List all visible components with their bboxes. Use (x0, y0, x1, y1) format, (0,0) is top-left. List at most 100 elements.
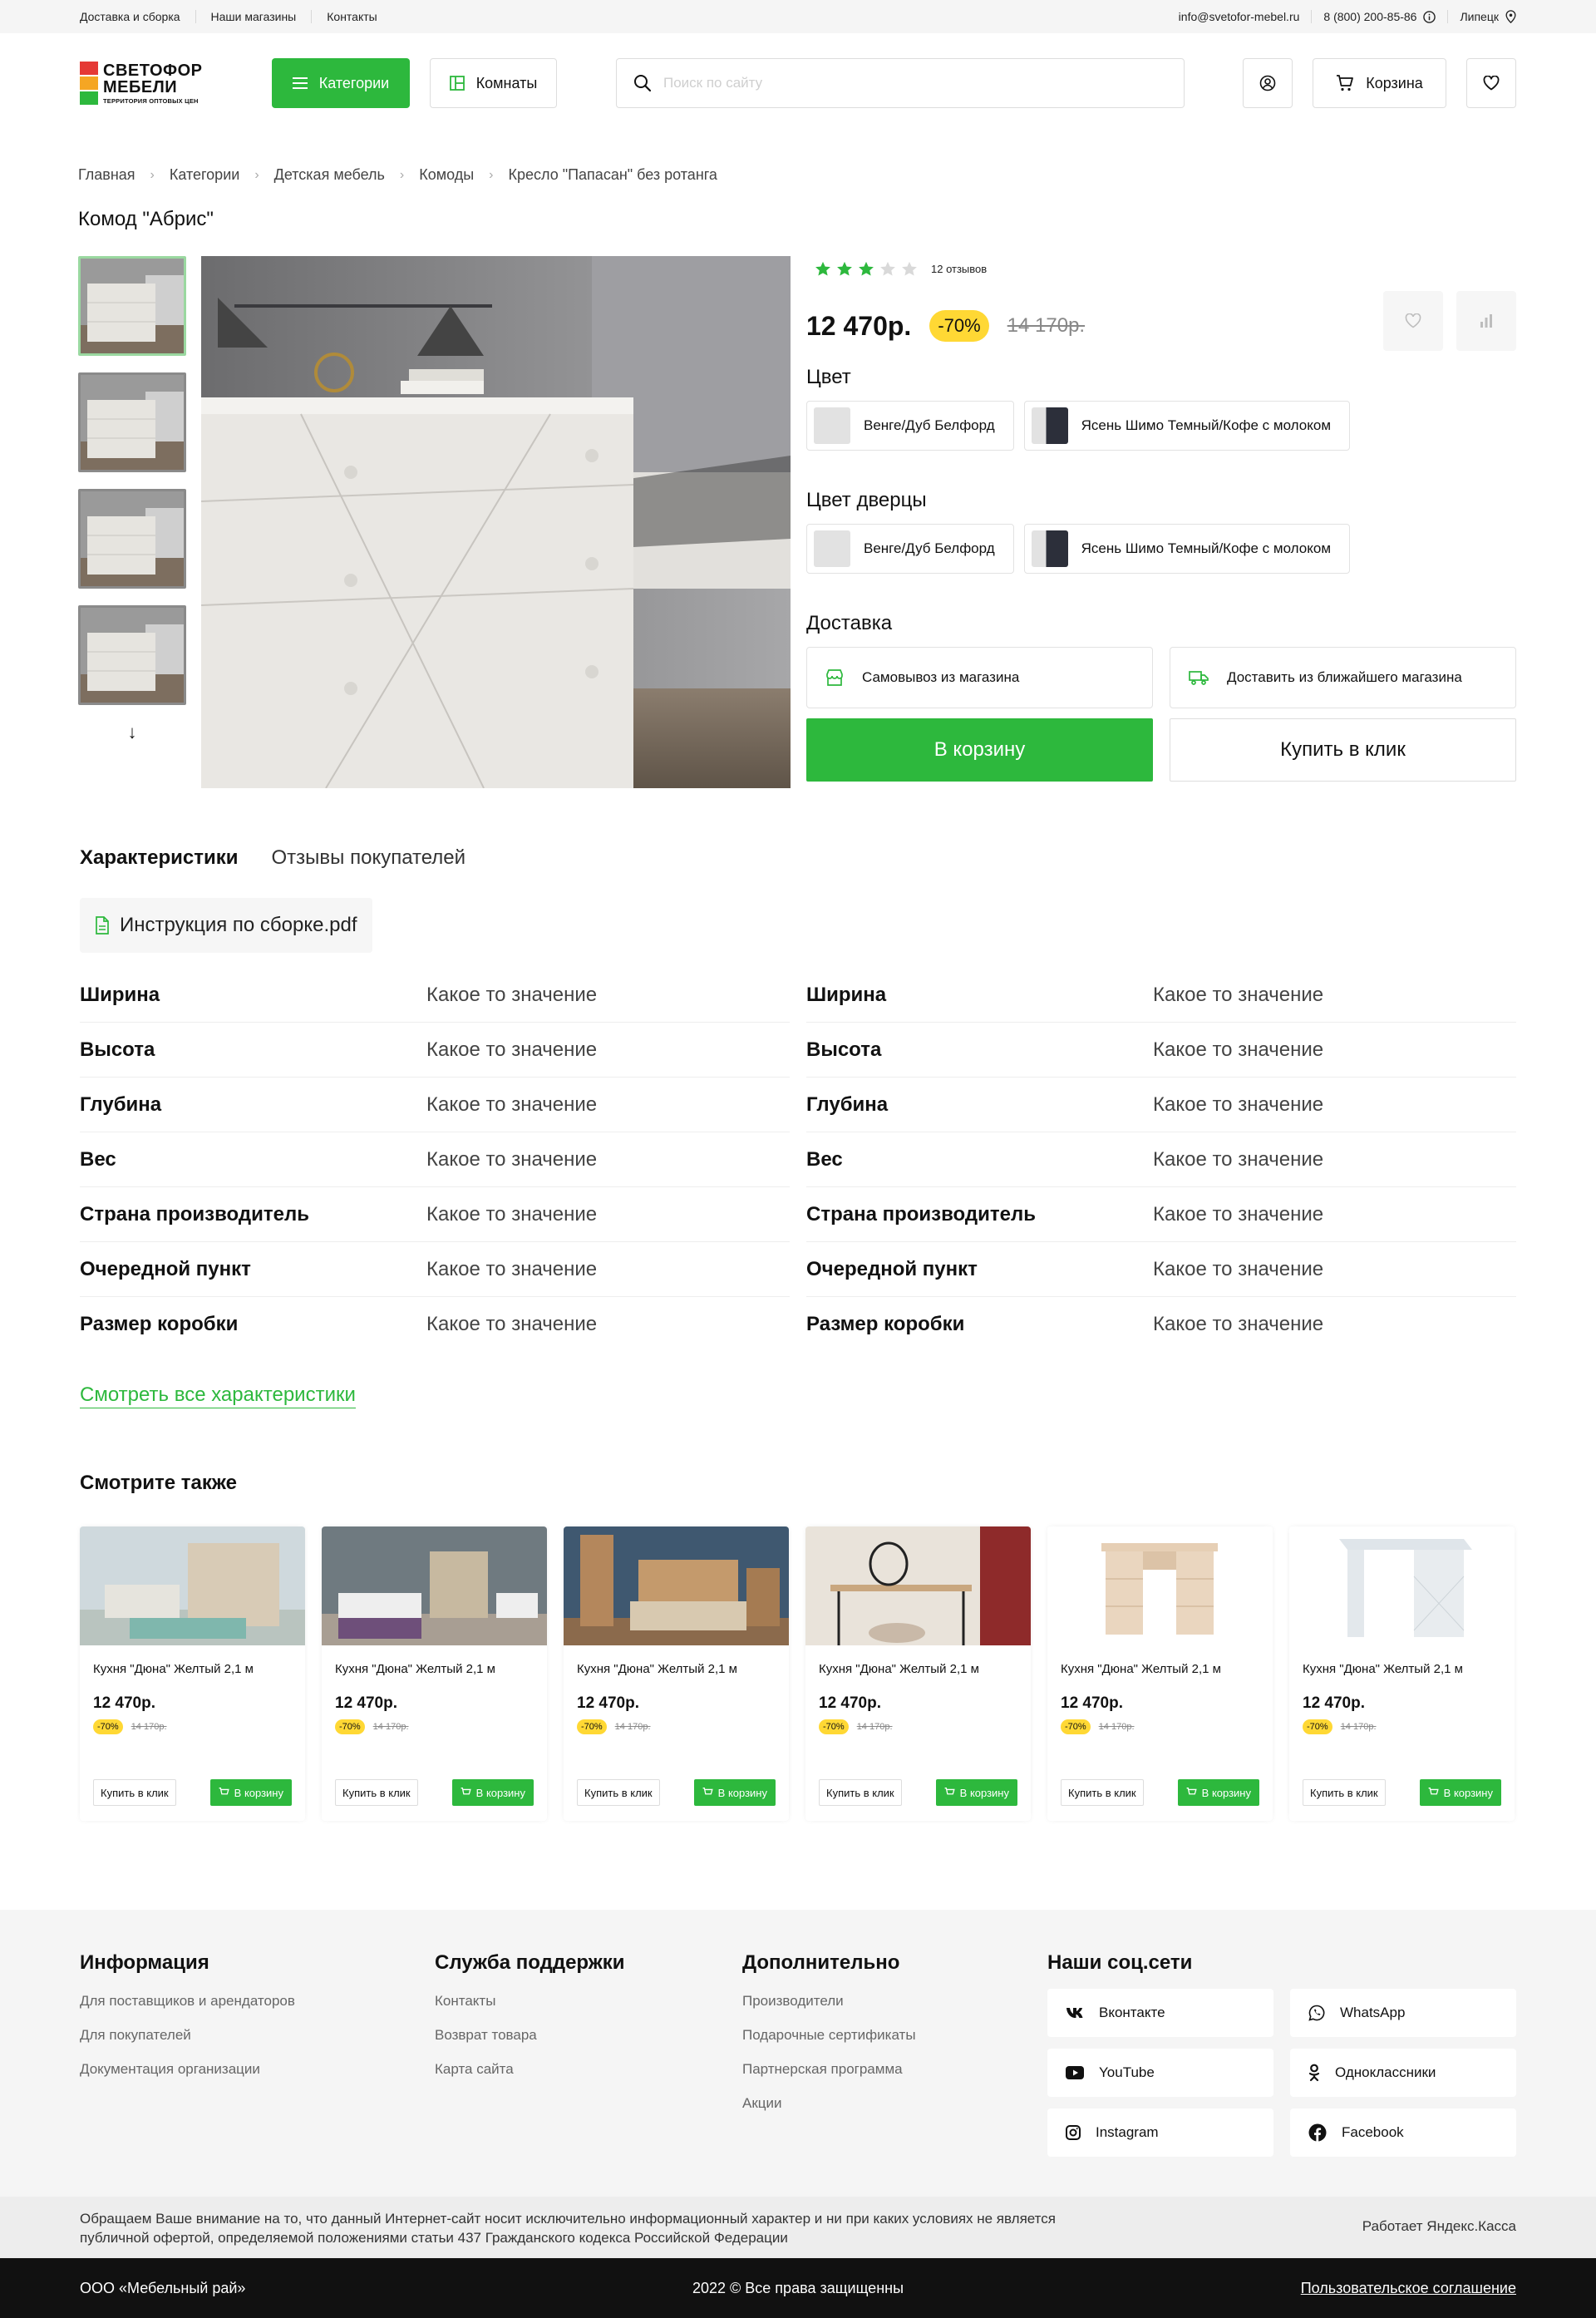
thumbnail[interactable] (78, 372, 186, 472)
cart-icon (461, 1788, 471, 1795)
product-card-image[interactable] (805, 1526, 1031, 1645)
buy-one-click-button[interactable]: Купить в клик (1170, 718, 1516, 782)
add-to-favorites-button[interactable] (1383, 291, 1443, 351)
buy-one-click-button[interactable]: Купить в клик (1061, 1779, 1144, 1806)
footer-link[interactable]: Производители (742, 1993, 916, 2010)
add-to-cart-button[interactable]: В корзину (451, 1779, 534, 1806)
tab-characteristics[interactable]: Характеристики (80, 846, 239, 870)
spec-key: Высота (80, 1038, 155, 1061)
product-card[interactable]: Кухня "Дюна" Желтый 2,1 м 12 470р. -70% 1… (1289, 1526, 1515, 1821)
footer-link[interactable]: Акции (742, 2095, 916, 2112)
add-to-cart-button[interactable]: В корзину (209, 1779, 292, 1806)
add-to-cart-button[interactable]: В корзину (935, 1779, 1017, 1806)
breadcrumb-item[interactable]: Детская мебель (274, 166, 385, 184)
assembly-instructions-link[interactable]: Инструкция по сборке.pdf (80, 898, 372, 953)
delivery-option-courier[interactable]: Доставить из ближайшего магазина (1170, 647, 1516, 708)
footer-link[interactable]: Партнерская программа (742, 2061, 916, 2078)
add-to-cart-button[interactable]: В корзину (693, 1779, 776, 1806)
footer-link[interactable]: Контакты (435, 1993, 625, 2010)
add-to-cart-label: В корзину (1443, 1786, 1493, 1799)
add-to-cart-button[interactable]: В корзину (1419, 1779, 1501, 1806)
color-option[interactable]: Ясень Шимо Темный/Кофе с молоком (1023, 401, 1351, 451)
search-icon[interactable] (633, 74, 652, 92)
footer-link[interactable]: Документация организации (80, 2061, 295, 2078)
email-link[interactable]: info@svetofor-mebel.ru (1167, 10, 1312, 23)
breadcrumb: Главная › Категории › Детская мебель › Комо… (78, 166, 717, 184)
phone-link[interactable]: 8 (800) 200-85-86 (1311, 10, 1447, 23)
top-link-contacts[interactable]: Контакты (311, 10, 392, 23)
product-card[interactable]: Кухня "Дюна" Желтый 2,1 м 12 470р. -70% 1… (805, 1526, 1031, 1821)
spec-value: Какое то значение (1153, 1092, 1324, 1116)
see-also-title: Смотрите также (80, 1472, 237, 1494)
thumbnail[interactable] (78, 256, 186, 356)
reviews-count[interactable]: 12 отзывов (931, 263, 987, 275)
categories-button[interactable]: Категории (272, 58, 410, 108)
search-input[interactable] (663, 75, 1167, 91)
thumbnail[interactable] (78, 605, 186, 705)
product-card[interactable]: Кухня "Дюна" Желтый 2,1 м 12 470р. -70% 1… (564, 1526, 789, 1821)
color-option[interactable]: Венге/Дуб Белфорд (806, 401, 1014, 451)
logo[interactable]: СВЕТОФОР МЕБЕЛИ ТЕРРИТОРИЯ ОПТОВЫХ ЦЕН (80, 62, 219, 105)
add-to-cart-button[interactable]: В корзину (806, 718, 1153, 782)
buy-one-click-button[interactable]: Купить в клик (1303, 1779, 1386, 1806)
footer-link[interactable]: Возврат товара (435, 2027, 625, 2044)
product-card-image[interactable] (80, 1526, 305, 1645)
buy-one-click-button[interactable]: Купить в клик (335, 1779, 418, 1806)
rooms-button[interactable]: Комнаты (430, 58, 557, 108)
account-button[interactable] (1243, 58, 1293, 108)
arrow-down-icon[interactable]: ↓ (78, 722, 186, 743)
product-card[interactable]: Кухня "Дюна" Желтый 2,1 м 12 470р. -70% 1… (80, 1526, 305, 1821)
breadcrumb-item[interactable]: Главная (78, 166, 135, 184)
social-whatsapp[interactable]: WhatsApp (1290, 1989, 1516, 2037)
product-card-image[interactable] (1047, 1526, 1273, 1645)
product-card[interactable]: Кухня "Дюна" Желтый 2,1 м 12 470р. -70% 1… (322, 1526, 547, 1821)
product-card-image[interactable] (1289, 1526, 1515, 1645)
social-odnoklassniki[interactable]: Одноклассники (1290, 2049, 1516, 2097)
top-link-stores[interactable]: Наши магазины (195, 10, 312, 23)
user-agreement-link[interactable]: Пользовательское соглашение (1301, 2280, 1516, 2297)
buy-one-click-button[interactable]: Купить в клик (577, 1779, 660, 1806)
favorites-button[interactable] (1466, 58, 1516, 108)
product-card[interactable]: Кухня "Дюна" Желтый 2,1 м 12 470р. -70% 1… (1047, 1526, 1273, 1821)
tab-reviews[interactable]: Отзывы покупателей (272, 846, 466, 870)
top-link-delivery[interactable]: Доставка и сборка (80, 10, 195, 23)
compare-button[interactable] (1456, 291, 1516, 351)
product-card-image[interactable] (564, 1526, 789, 1645)
social-instagram[interactable]: Instagram (1047, 2108, 1273, 2157)
footer: Информация Для поставщиков и арендаторов… (0, 1910, 1596, 2197)
chevron-right-icon: › (399, 167, 405, 182)
breadcrumb-item[interactable]: Категории (170, 166, 239, 184)
door-color-option[interactable]: Ясень Шимо Темный/Кофе с молоком (1023, 524, 1351, 574)
footer-link[interactable]: Подарочные сертификаты (742, 2027, 916, 2044)
social-facebook[interactable]: Facebook (1290, 2108, 1516, 2157)
discount-badge: -70% (93, 1719, 123, 1734)
spec-key: Высота (806, 1038, 882, 1061)
header: СВЕТОФОР МЕБЕЛИ ТЕРРИТОРИЯ ОПТОВЫХ ЦЕН К… (0, 33, 1596, 133)
door-color-option[interactable]: Венге/Дуб Белфорд (806, 524, 1014, 574)
product-card-image[interactable] (322, 1526, 547, 1645)
page-title: Комод "Абрис" (78, 208, 214, 230)
footer-link[interactable]: Для поставщиков и арендаторов (80, 1993, 295, 2010)
spec-key: Размер коробки (80, 1313, 239, 1335)
social-vk[interactable]: Вконтакте (1047, 1989, 1273, 2037)
cart-button[interactable]: Корзина (1313, 58, 1446, 108)
buy-one-click-button[interactable]: Купить в клик (93, 1779, 176, 1806)
email-text: info@svetofor-mebel.ru (1178, 10, 1300, 23)
social-youtube[interactable]: YouTube (1047, 2049, 1273, 2097)
buy-one-click-button[interactable]: Купить в клик (819, 1779, 902, 1806)
info-icon[interactable] (1423, 10, 1436, 23)
breadcrumb-item[interactable]: Комоды (419, 166, 474, 184)
thumbnail[interactable] (78, 489, 186, 589)
add-to-cart-button[interactable]: В корзину (1177, 1779, 1259, 1806)
delivery-option-pickup[interactable]: Самовывоз из магазина (806, 647, 1153, 708)
footer-link[interactable]: Для покупателей (80, 2027, 295, 2044)
product-card-buttons: Купить в клик В корзину (335, 1779, 534, 1806)
footer-link[interactable]: Карта сайта (435, 2061, 625, 2078)
city-selector[interactable]: Липецк (1447, 10, 1516, 23)
product-info: 12 отзывов 12 470р. -70% 14 170р. Цвет В… (806, 256, 1516, 782)
product-card-name: Кухня "Дюна" Желтый 2,1 м (577, 1662, 737, 1676)
footer-heading: Наши соц.сети (1047, 1951, 1193, 1974)
spec-value: Какое то значение (1153, 1038, 1324, 1061)
see-all-specs-link[interactable]: Смотреть все характеристики (80, 1383, 356, 1408)
product-card-buttons: Купить в клик В корзину (819, 1779, 1017, 1806)
